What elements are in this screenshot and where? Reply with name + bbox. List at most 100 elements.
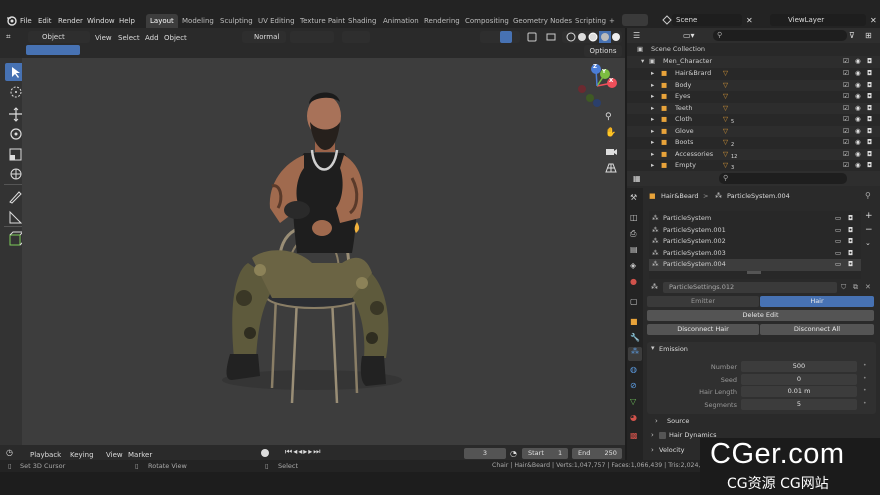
timeline-editor-icon[interactable]: ◷ — [6, 448, 20, 458]
tab-uv-editing[interactable]: UV Editing — [254, 14, 299, 28]
eye-icon[interactable]: ◉ — [855, 91, 861, 103]
duplicate-icon[interactable]: ⧉ — [853, 283, 858, 292]
keyframe-dot-icon[interactable]: • — [863, 387, 867, 394]
physics-tab-icon[interactable]: ◍ — [630, 365, 637, 374]
menu-help[interactable]: Help — [119, 15, 135, 27]
unlink-icon[interactable]: ✕ — [865, 283, 871, 291]
end-frame-field[interactable]: End 250 — [572, 448, 622, 459]
list-menu-icon[interactable]: ⌄ — [865, 239, 877, 251]
expand-arrow-icon[interactable]: ▸ — [651, 126, 654, 138]
field-value-input[interactable]: 0 — [741, 373, 857, 385]
collection-tab-icon[interactable]: ▢ — [630, 297, 638, 306]
viewport-display-icon[interactable]: ▭ — [835, 236, 841, 248]
particle-system-item[interactable]: ⁂ ParticleSystem.002 ▭ ◘ — [649, 236, 861, 248]
playback-controls[interactable]: ⏮◂◂▸▸⏭ — [285, 447, 337, 459]
tree-row-object[interactable]: ▸ ■ Empty ▽ 3 ☑ ◉ ◘ — [627, 160, 880, 172]
viewport-display-icon[interactable]: ▭ — [835, 225, 841, 237]
field-value-input[interactable]: 5 — [741, 398, 857, 410]
exclude-checkbox[interactable]: ☑ — [843, 114, 849, 126]
expand-arrow-icon[interactable]: ▸ — [651, 137, 654, 149]
filter-icon[interactable]: ⊽ — [849, 31, 855, 40]
scene-close-icon[interactable]: ✕ — [746, 16, 753, 25]
material-tab-icon[interactable]: ◕ — [630, 413, 637, 422]
exclude-checkbox[interactable]: ☑ — [843, 160, 849, 172]
render-camera-icon[interactable]: ◘ — [867, 80, 872, 92]
pan-hand-icon[interactable]: ✋ — [605, 128, 619, 140]
particle-system-item[interactable]: ⁂ ParticleSystem.003 ▭ ◘ — [649, 248, 861, 260]
proportional-editing[interactable] — [342, 31, 370, 43]
exclude-checkbox[interactable]: ☑ — [843, 80, 849, 92]
expand-arrow-icon[interactable]: ▸ — [651, 149, 654, 161]
overlay-icon[interactable] — [526, 31, 538, 43]
expand-arrow-icon[interactable]: ▸ — [651, 68, 654, 80]
menu-object[interactable]: Object — [164, 32, 187, 44]
hair-dynamics-checkbox[interactable] — [659, 432, 666, 439]
source-subpanel[interactable]: Source — [667, 417, 689, 425]
expand-arrow-icon[interactable]: ▸ — [651, 160, 654, 172]
menu-window[interactable]: Window — [87, 15, 115, 27]
add-particle-system-button[interactable]: + — [865, 211, 877, 223]
render-camera-icon[interactable]: ◘ — [848, 259, 853, 271]
render-camera-icon[interactable]: ◘ — [848, 236, 853, 248]
expand-arrow-icon[interactable]: ▸ — [651, 80, 654, 92]
output-tab-icon[interactable]: ⎙ — [630, 229, 636, 239]
render-camera-icon[interactable]: ◘ — [848, 213, 853, 225]
eye-icon[interactable]: ◉ — [855, 103, 861, 115]
tree-row-object[interactable]: ▸ ■ Glove ▽ ☑ ◉ ◘ — [627, 125, 880, 138]
render-camera-icon[interactable]: ◘ — [867, 149, 872, 161]
mode-selector[interactable]: Object Mode — [28, 31, 90, 53]
velocity-panel[interactable]: Velocity — [659, 446, 685, 454]
perspective-grid-icon[interactable] — [605, 162, 619, 174]
remove-particle-system-button[interactable]: − — [865, 225, 877, 237]
render-camera-icon[interactable]: ◘ — [867, 56, 872, 68]
fake-user-shield-icon[interactable]: ⛉ — [841, 283, 846, 292]
navigation-gizmo[interactable] — [574, 63, 620, 109]
data-tab-icon[interactable]: ▽ — [630, 397, 636, 406]
exclude-checkbox[interactable]: ☑ — [843, 137, 849, 149]
disconnect-all-button[interactable]: Disconnect All — [760, 324, 874, 335]
viewport-display-icon[interactable]: ▭ — [835, 248, 841, 260]
add-workspace-button[interactable]: + — [605, 14, 619, 28]
field-value-input[interactable]: 500 — [741, 361, 857, 372]
exclude-checkbox[interactable]: ☑ — [843, 56, 849, 68]
3d-viewport[interactable] — [22, 58, 625, 445]
particle-system-item[interactable]: ⁂ ParticleSystem.001 ▭ ◘ — [649, 225, 861, 237]
eye-icon[interactable]: ◉ — [855, 160, 861, 172]
zoom-icon[interactable]: ⚲ — [605, 112, 619, 124]
eye-icon[interactable]: ◉ — [855, 114, 861, 126]
render-camera-icon[interactable]: ◘ — [848, 225, 853, 237]
viewport-display-icon[interactable]: ▭ — [835, 259, 841, 271]
tree-row-object[interactable]: ▸ ■ Eyes ▽ ☑ ◉ ◘ — [627, 91, 880, 103]
viewlayer-close-icon[interactable]: ✕ — [870, 16, 877, 25]
expand-arrow-icon[interactable]: ▸ — [651, 114, 654, 126]
menu-view[interactable]: View — [95, 32, 112, 44]
render-tab-icon[interactable]: ◫ — [630, 213, 638, 222]
keyframe-dot-icon[interactable]: • — [863, 362, 867, 369]
texture-tab-icon[interactable]: ▩ — [630, 431, 638, 440]
tab-geometry-nodes[interactable]: Geometry Nodes — [509, 14, 576, 28]
type-emitter-button[interactable]: Emitter — [647, 296, 759, 307]
render-camera-icon[interactable]: ◘ — [867, 68, 872, 80]
expand-arrow-icon[interactable]: ▸ — [651, 103, 654, 115]
delete-edit-button[interactable]: Delete Edit — [647, 310, 874, 321]
record-icon[interactable] — [261, 449, 269, 457]
view-layer-tab-icon[interactable]: ▤ — [630, 245, 638, 254]
eye-icon[interactable]: ◉ — [855, 149, 861, 161]
scene-selector[interactable]: Scene — [672, 14, 742, 26]
options-dropdown[interactable]: Options — [584, 45, 622, 57]
render-camera-icon[interactable]: ◘ — [867, 160, 872, 172]
selection-mode-buttons[interactable] — [26, 45, 80, 55]
snap-controls[interactable] — [290, 31, 334, 43]
keyframe-dot-icon[interactable]: • — [863, 400, 867, 407]
scene-type-icon[interactable] — [622, 14, 648, 26]
shading-modes[interactable] — [562, 31, 622, 43]
current-frame-field[interactable]: 3 — [464, 448, 506, 459]
tab-compositing[interactable]: Compositing — [461, 14, 513, 28]
exclude-checkbox[interactable]: ☑ — [843, 68, 849, 80]
exclude-checkbox[interactable]: ☑ — [843, 126, 849, 138]
eye-icon[interactable]: ◉ — [855, 126, 861, 138]
editor-type-icon[interactable]: ⌗ — [6, 32, 20, 42]
tree-row-object[interactable]: ▸ ■ Body ▽ ☑ ◉ ◘ — [627, 79, 880, 92]
orientation-selector[interactable]: Normal — [242, 31, 286, 43]
tree-row-men-character[interactable]: ▾ ▣ Men_Character ☑ ◉ ◘ — [627, 56, 880, 68]
